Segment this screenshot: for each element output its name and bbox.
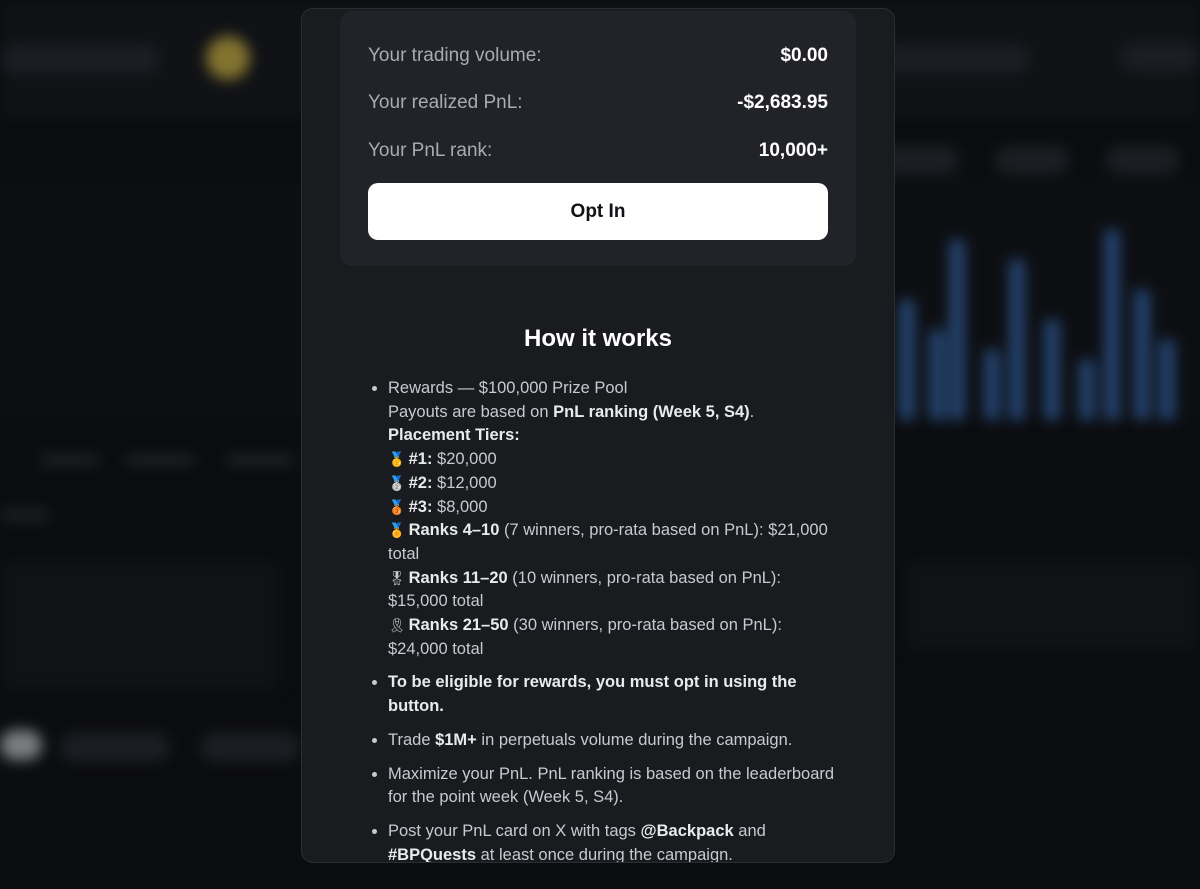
realized-pnl-value: -$2,683.95: [737, 92, 828, 113]
post-prefix: Post your PnL card on X with tags: [388, 821, 641, 840]
background-pill: [1105, 145, 1180, 175]
background-card: [905, 560, 1200, 650]
tier-text: $8,000: [432, 497, 488, 516]
tier-label: Ranks 4–10: [408, 521, 500, 540]
payouts-prefix: Payouts are based on: [388, 402, 554, 421]
background-tab: [225, 455, 295, 465]
background-bar: [1080, 360, 1094, 420]
opt-in-button[interactable]: Opt In: [368, 183, 828, 240]
trade-prefix: Trade: [388, 730, 436, 749]
list-item-eligibility: To be eligible for rewards, you must opt…: [388, 671, 842, 718]
background-bar: [1135, 290, 1149, 420]
pnl-rank-row: Your PnL rank: 10,000+: [368, 138, 828, 164]
tier-label: #3:: [408, 497, 433, 516]
gold-medal-icon: 🥇: [388, 451, 406, 468]
background-bar: [1160, 340, 1174, 420]
background-text: [0, 510, 50, 520]
tier-text: $20,000: [432, 450, 497, 469]
background-pill: [1120, 42, 1200, 72]
background-bar: [900, 300, 914, 420]
campaign-modal: Your trading volume: $0.00 Your realized…: [301, 8, 895, 863]
background-pill: [0, 44, 160, 74]
list-item-trade: Trade $1M+ in perpetuals volume during t…: [388, 729, 842, 753]
eligibility-text: To be eligible for rewards, you must opt…: [388, 673, 797, 716]
background-tab: [40, 455, 100, 465]
silver-medal-icon: 🥈: [388, 474, 406, 491]
tier-label: Ranks 21–50: [408, 616, 509, 635]
background-tab: [125, 455, 195, 465]
post-mid: and: [733, 821, 766, 840]
realized-pnl-row: Your realized PnL: -$2,683.95: [368, 90, 828, 116]
tier-first: 🥇 #1: $20,000: [388, 450, 497, 468]
payouts-suffix: .: [749, 402, 755, 421]
trading-volume-row: Your trading volume: $0.00: [368, 43, 828, 69]
tier-third: 🥉 #3: $8,000: [388, 498, 488, 516]
realized-pnl-label: Your realized PnL:: [368, 92, 523, 113]
payouts-bold: PnL ranking (Week 5, S4): [553, 402, 750, 421]
stats-card: Your trading volume: $0.00 Your realized…: [340, 11, 856, 266]
pnl-rank-value: 10,000+: [758, 140, 828, 161]
background-bar: [1010, 260, 1024, 420]
trading-volume-value: $0.00: [780, 45, 828, 66]
background-coin-icon: [206, 36, 250, 80]
background-card: [0, 560, 280, 690]
trade-suffix: in perpetuals volume during the campaign…: [476, 730, 793, 749]
list-item-maximize: Maximize your PnL. PnL ranking is based …: [388, 763, 842, 810]
trading-volume-label: Your trading volume:: [368, 45, 542, 66]
list-item-post: Post your PnL card on X with tags @Backp…: [388, 820, 842, 863]
tier-label: #1:: [408, 450, 433, 469]
background-pill: [995, 145, 1070, 175]
bronze-medal-icon: 🥉: [388, 498, 406, 515]
how-it-works-title: How it works: [523, 325, 673, 352]
background-bar: [1105, 230, 1119, 420]
tier-label: Ranks 11–20: [408, 568, 508, 587]
tier-text: $12,000: [432, 473, 497, 492]
background-bar: [985, 350, 999, 420]
background-pill: [0, 730, 42, 760]
ribbon-icon: 🎗: [388, 617, 406, 634]
military-medal-icon: 🎖: [388, 569, 406, 586]
background-bar: [950, 240, 964, 420]
pnl-rank-label: Your PnL rank:: [368, 140, 493, 161]
tier-ranks-4-10: 🏅 Ranks 4–10 (7 winners, pro-rata based …: [388, 521, 828, 563]
trade-bold: $1M+: [435, 730, 477, 749]
tier-second: 🥈 #2: $12,000: [388, 474, 497, 492]
maximize-text: Maximize your PnL. PnL ranking is based …: [388, 764, 835, 807]
rewards-line: Rewards — $100,000 Prize Pool: [388, 379, 628, 397]
background-bar: [1045, 320, 1059, 420]
placement-tiers-heading: Placement Tiers:: [388, 426, 520, 445]
background-bar: [930, 330, 944, 420]
list-item-rewards: Rewards — $100,000 Prize Pool Payouts ar…: [388, 377, 842, 661]
sports-medal-icon: 🏅: [388, 522, 406, 539]
background-pill: [880, 44, 1030, 74]
background-pill: [60, 732, 170, 762]
tier-ranks-21-50: 🎗 Ranks 21–50 (30 winners, pro-rata base…: [388, 616, 782, 658]
tier-ranks-11-20: 🎖 Ranks 11–20 (10 winners, pro-rata base…: [388, 569, 781, 611]
bpquests-tag: #BPQuests: [388, 845, 477, 863]
background-pill: [200, 732, 300, 762]
backpack-tag: @Backpack: [640, 821, 734, 840]
rules-list: Rewards — $100,000 Prize Pool Payouts ar…: [372, 377, 842, 863]
post-suffix: at least once during the campaign.: [476, 845, 733, 863]
tier-label: #2:: [408, 473, 433, 492]
